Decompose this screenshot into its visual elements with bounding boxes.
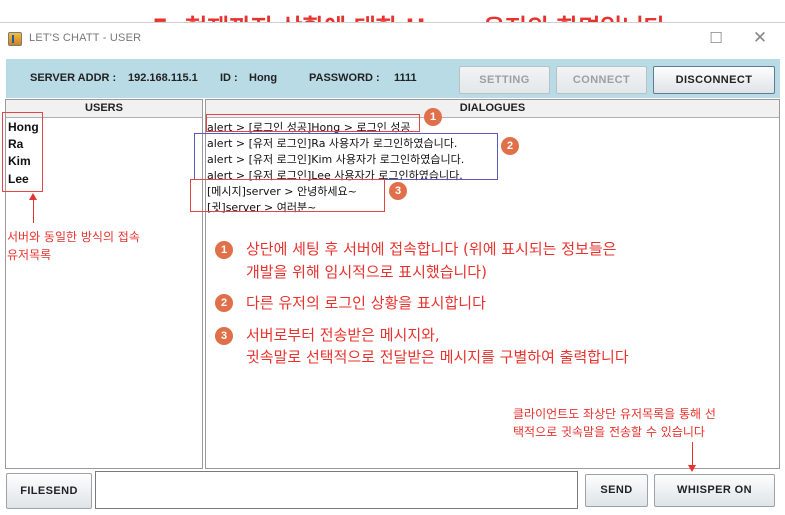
password-value: 1111 [394,72,417,84]
connect-button[interactable]: CONNECT [556,66,647,94]
annotation-marker: 2 [501,137,519,155]
annotation-box-messages [190,179,385,212]
annotation-marker: 1 [215,241,233,259]
annotation-note-line: 다른 유저의 로그인 상황을 표시합니다 [246,294,486,312]
annotation-marker: 2 [215,294,233,312]
annotation-note-line: 서버로부터 전송받은 메시지와, [246,326,440,344]
annotation-users-note-line: 서버와 동일한 방식의 접속 [7,230,140,244]
server-addr-value: 192.168.115.1 [128,72,198,84]
annotation-users-note-line: 유저목록 [7,248,52,262]
annotation-note-line: 개발을 위해 임시적으로 표시했습니다) [246,263,487,281]
maximize-icon[interactable]: ☐ [704,27,728,49]
annotation-box-login [206,114,420,132]
annotation-note-line: 상단에 세팅 후 서버에 접속합니다 (위에 표시되는 정보들은 [246,240,617,258]
annotation-whisper-note-line: 택적으로 귓속말을 전송할 수 있습니다 [513,425,705,439]
annotation-arrow-up [29,193,37,223]
annotation-box-user-logins [194,133,498,180]
password-label: PASSWORD : [309,72,380,84]
annotation-marker: 1 [424,108,442,126]
server-addr-label: SERVER ADDR : [30,72,117,84]
message-input[interactable] [95,471,578,509]
annotation-marker: 3 [215,327,233,345]
window-titlebar: LET'S CHATT - USER ☐ ✕ [0,22,785,54]
setting-button[interactable]: SETTING [459,66,550,94]
id-value: Hong [249,72,278,84]
filesend-button[interactable]: FILESEND [6,473,92,509]
id-label: ID : [220,72,238,84]
annotation-whisper-note-line: 클라이언트도 좌상단 유저목록을 통해 선 [513,407,716,421]
close-icon[interactable]: ✕ [748,27,772,49]
annotation-marker: 3 [389,182,407,200]
annotation-box-users [2,112,43,192]
java-cup-icon [8,32,22,46]
disconnect-button[interactable]: DISCONNECT [653,66,775,94]
send-button[interactable]: SEND [585,474,648,507]
whisper-toggle-button[interactable]: WHISPER ON [654,474,775,507]
annotation-arrow-down [688,442,696,472]
window-title: LET'S CHATT - USER [29,32,142,44]
annotation-note-line: 귓속말로 선택적으로 전달받은 메시지를 구별하여 출력합니다 [246,348,629,366]
